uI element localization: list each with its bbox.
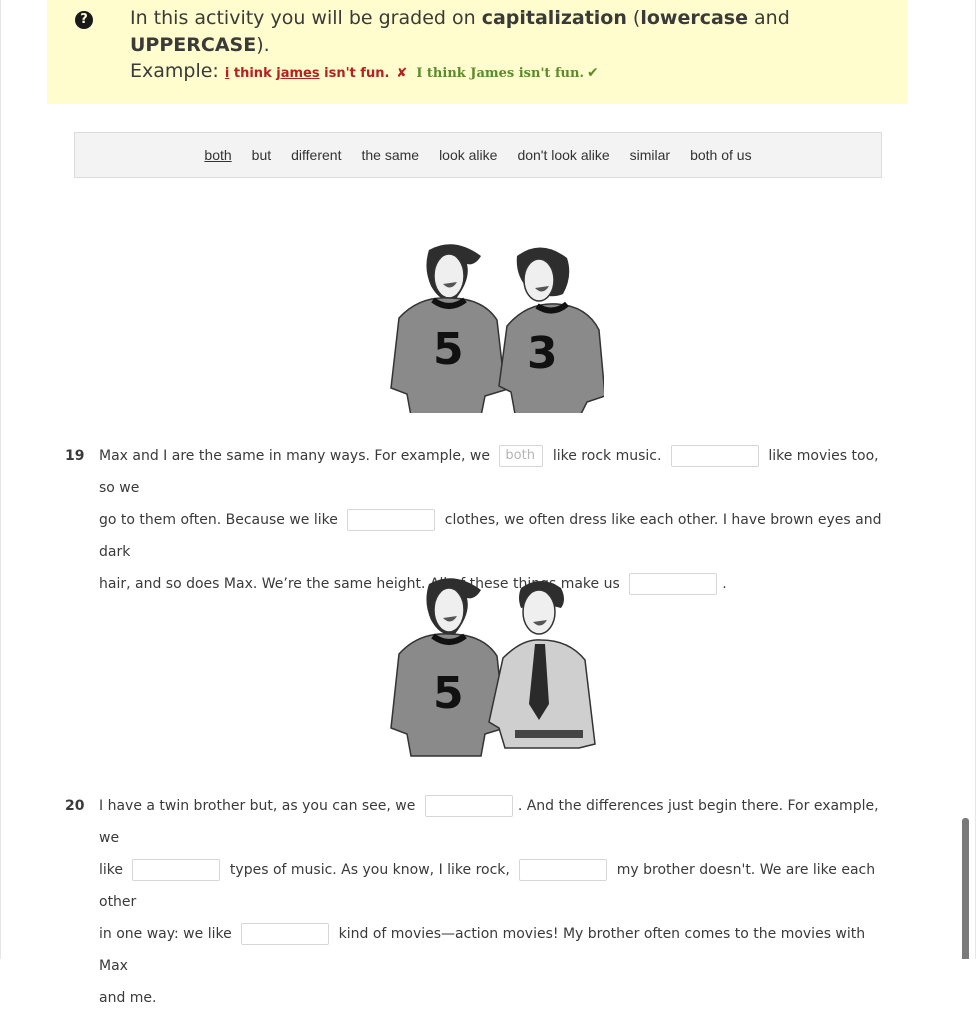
example-wrong: i think james isn't fun. <box>225 66 390 81</box>
word-bank: both but different the same look alike d… <box>74 132 882 178</box>
word-bank-item[interactable]: similar <box>620 147 680 163</box>
exercise-text-part: types of music. As you know, I like rock… <box>229 862 510 878</box>
answer-blank-19-1[interactable]: both <box>499 445 544 467</box>
instructions-text-part: ). <box>256 34 270 56</box>
word-bank-item[interactable]: but <box>242 147 281 163</box>
exercise-number: 20 <box>65 798 85 814</box>
exercise-text-part: . <box>722 576 727 592</box>
question-circle-icon[interactable]: ? <box>75 11 93 29</box>
example-correct: I think James isn't fun. <box>416 66 584 81</box>
cross-icon: ✘ <box>396 66 408 81</box>
exercise-text-part: go to them often. Because we like <box>99 512 338 528</box>
answer-blank-20-1[interactable] <box>424 795 513 817</box>
word-bank-item[interactable]: don't look alike <box>507 147 619 163</box>
boy-right-figure: 3 <box>498 247 604 413</box>
exercise-text: I have a twin brother but, as you can se… <box>99 790 895 1014</box>
boy-left-figure: 5 <box>390 578 506 757</box>
exercise-text-part: Max and I are the same in many ways. For… <box>99 448 490 464</box>
word-bank-item[interactable]: different <box>281 147 351 163</box>
answer-blank-20-3[interactable] <box>519 859 608 881</box>
exercise-text-part: I have a twin brother but, as you can se… <box>99 798 416 814</box>
answer-blank-19-4[interactable] <box>629 573 718 595</box>
vertical-scrollbar[interactable] <box>962 818 969 959</box>
boy-left-figure: 5 <box>390 244 506 413</box>
boy-right-figure <box>488 581 596 749</box>
jersey-number: 5 <box>433 668 464 719</box>
brothers-image: 5 <box>389 572 604 762</box>
twins-image: 5 3 <box>389 238 604 413</box>
example-wrong-text: isn't fun. <box>319 66 390 81</box>
answer-blank-20-2[interactable] <box>132 859 221 881</box>
exercise-text-part: like <box>99 862 124 878</box>
example-wrong-text: think <box>229 66 277 81</box>
example-row: Example: i think james isn't fun. ✘ I thin… <box>130 60 599 82</box>
instructions-text-part: ( <box>626 7 641 29</box>
exercise-number: 19 <box>65 448 85 464</box>
example-error-james: james <box>276 66 320 81</box>
word-bank-item[interactable]: both of us <box>680 147 762 163</box>
answer-blank-19-3[interactable] <box>347 509 436 531</box>
jersey-number: 5 <box>433 324 464 375</box>
jersey-number: 3 <box>527 328 558 379</box>
instructions-bold-uppercase: UPPERCASE <box>130 34 257 56</box>
example-label: Example: <box>130 60 219 82</box>
exercise-text-part: in one way: we like <box>99 926 232 942</box>
exercise-text-part: and me. <box>99 990 157 1006</box>
word-bank-item[interactable]: the same <box>351 147 429 163</box>
exercise-text-part: like rock music. <box>552 448 662 464</box>
exercise-20: 20 I have a twin brother but, as you can… <box>65 790 895 1014</box>
answer-blank-20-4[interactable] <box>241 923 330 945</box>
instructions-text-part: and <box>748 7 790 29</box>
check-icon: ✔ <box>587 65 599 81</box>
instructions-text: In this activity you will be graded on c… <box>130 5 830 59</box>
answer-blank-19-2[interactable] <box>670 445 759 467</box>
word-bank-item[interactable]: look alike <box>429 147 507 163</box>
word-bank-item[interactable]: both <box>194 147 241 163</box>
instructions-text-part: In this activity you will be graded on <box>130 7 482 29</box>
instructions-bold-capitalization: capitalization <box>481 7 627 29</box>
instructions-bold-lowercase: lowercase <box>640 7 748 29</box>
